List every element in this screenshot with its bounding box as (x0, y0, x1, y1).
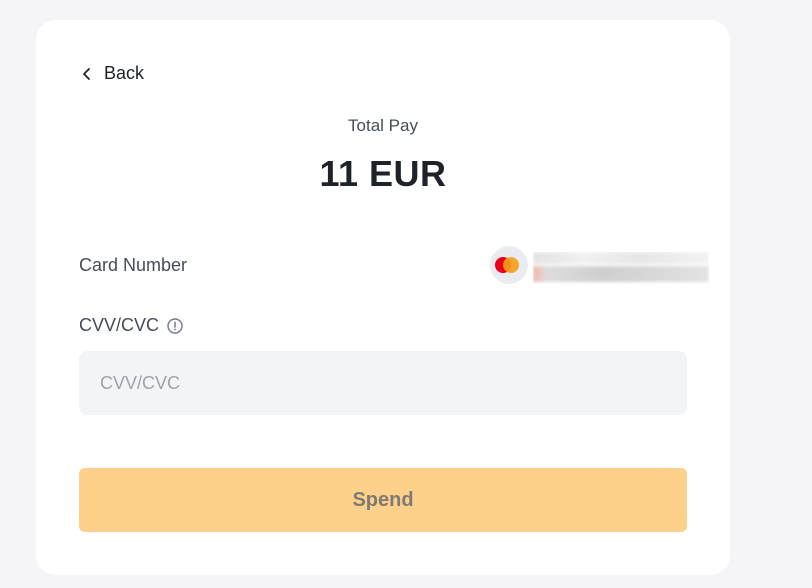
info-icon[interactable] (167, 317, 183, 334)
cvv-input[interactable] (79, 351, 687, 415)
payment-card: Back Total Pay 11 EUR Card Number CVV/CV… (36, 20, 730, 575)
total-amount: 11 EUR (319, 153, 447, 194)
cvv-label-row: CVV/CVC (79, 315, 183, 336)
total-pay-label: Total Pay (348, 116, 418, 135)
cvv-label: CVV/CVC (79, 315, 160, 335)
chevron-left-icon (83, 67, 90, 80)
spend-button[interactable]: Spend (79, 468, 687, 532)
card-number-label: Card Number (79, 255, 188, 275)
back-label: Back (104, 63, 145, 83)
masked-card-number (533, 252, 709, 284)
mastercard-icon (490, 246, 528, 284)
back-button[interactable]: Back (82, 63, 144, 84)
